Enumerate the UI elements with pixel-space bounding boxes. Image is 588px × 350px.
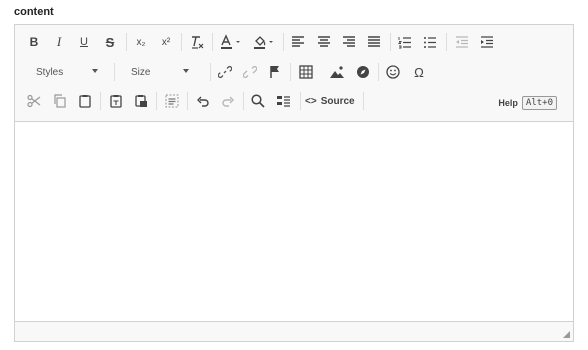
undo-icon xyxy=(197,96,209,107)
superscript-button[interactable]: x² xyxy=(155,32,177,52)
help-shortcut: Alt+0 xyxy=(521,96,557,110)
align-left-button[interactable] xyxy=(287,32,309,52)
smiley-icon xyxy=(386,65,400,79)
chevron-down-icon xyxy=(92,69,98,73)
link-button[interactable] xyxy=(214,62,236,82)
help-hint: Help Alt+0 xyxy=(498,96,557,110)
code-icon: <> xyxy=(305,95,317,107)
underline-button[interactable]: U xyxy=(73,32,95,52)
field-label: content xyxy=(14,6,54,18)
separator xyxy=(126,33,127,51)
editor-statusbar xyxy=(15,321,573,341)
anchor-button[interactable] xyxy=(264,62,286,82)
image-icon xyxy=(330,66,344,78)
special-character-button[interactable]: Ω xyxy=(408,62,430,82)
separator xyxy=(378,63,379,81)
size-dropdown[interactable]: Size xyxy=(131,62,189,82)
paint-bucket-icon xyxy=(254,36,273,49)
separator xyxy=(212,33,213,51)
background-color-button[interactable] xyxy=(251,32,279,52)
bulleted-list-button[interactable] xyxy=(419,32,441,52)
separator xyxy=(243,92,244,110)
rich-text-editor: B I U S x₂ x² Styles Size Ω <> Source He… xyxy=(14,24,574,342)
separator xyxy=(181,33,182,51)
chevron-down-icon xyxy=(183,69,189,73)
separator xyxy=(283,33,284,51)
compass-icon xyxy=(357,66,369,78)
bold-button[interactable]: B xyxy=(23,32,45,52)
separator xyxy=(290,63,291,81)
separator xyxy=(390,33,391,51)
undo-button[interactable] xyxy=(192,91,214,111)
unlink-button[interactable] xyxy=(239,62,261,82)
redo-button[interactable] xyxy=(217,91,239,111)
separator xyxy=(100,92,101,110)
embed-button[interactable] xyxy=(352,62,374,82)
separator xyxy=(363,92,364,110)
find-replace-button[interactable] xyxy=(273,91,295,111)
indent-button[interactable] xyxy=(476,32,498,52)
align-right-button[interactable] xyxy=(338,32,360,52)
align-justify-icon xyxy=(368,36,380,47)
copy-icon xyxy=(54,94,66,108)
paste-button[interactable] xyxy=(74,91,96,111)
numbered-list-icon xyxy=(398,36,411,48)
size-dropdown-label: Size xyxy=(131,66,151,78)
paste-text-icon xyxy=(110,95,122,108)
remove-format-button[interactable] xyxy=(186,32,208,52)
source-button-label: Source xyxy=(320,95,355,107)
table-button[interactable] xyxy=(295,62,317,82)
italic-button[interactable]: I xyxy=(48,32,70,52)
unlink-icon xyxy=(243,65,257,79)
styles-dropdown-label: Styles xyxy=(36,66,64,78)
numbered-list-button[interactable] xyxy=(394,32,416,52)
link-icon xyxy=(218,65,232,79)
image-button[interactable] xyxy=(326,62,348,82)
indent-icon xyxy=(481,36,493,48)
styles-dropdown[interactable]: Styles xyxy=(36,62,98,82)
outdent-button[interactable] xyxy=(451,32,473,52)
help-label: Help xyxy=(498,98,518,108)
separator xyxy=(187,92,188,110)
remove-format-icon xyxy=(192,36,204,49)
paste-word-icon xyxy=(135,95,147,107)
align-center-icon xyxy=(318,36,330,47)
align-center-button[interactable] xyxy=(313,32,335,52)
emoji-button[interactable] xyxy=(382,62,404,82)
find-button[interactable] xyxy=(247,91,269,111)
separator xyxy=(156,92,157,110)
search-icon xyxy=(251,94,265,108)
align-left-icon xyxy=(292,36,304,47)
editor-toolbar: B I U S x₂ x² Styles Size Ω <> Source He… xyxy=(15,25,573,122)
source-button[interactable]: <> Source xyxy=(305,91,365,111)
text-color-icon xyxy=(221,34,240,49)
redo-icon xyxy=(222,96,234,107)
select-all-button[interactable] xyxy=(161,91,183,111)
separator xyxy=(446,33,447,51)
text-color-button[interactable] xyxy=(218,32,246,52)
bulleted-list-icon xyxy=(424,36,436,48)
subscript-button[interactable]: x₂ xyxy=(130,32,152,52)
cut-button[interactable] xyxy=(23,91,45,111)
resize-handle-icon[interactable] xyxy=(563,331,570,338)
align-right-icon xyxy=(343,36,355,47)
paste-from-word-button[interactable] xyxy=(130,91,152,111)
flag-icon xyxy=(270,66,279,78)
find-replace-icon xyxy=(277,96,290,107)
copy-button[interactable] xyxy=(49,91,71,111)
separator xyxy=(114,63,115,81)
scissors-icon xyxy=(27,94,41,108)
table-icon xyxy=(299,65,313,79)
editor-content-area[interactable] xyxy=(15,122,573,321)
select-all-icon xyxy=(165,94,179,108)
separator xyxy=(210,63,211,81)
clipboard-icon xyxy=(79,95,91,108)
paste-text-button[interactable] xyxy=(105,91,127,111)
separator xyxy=(300,92,301,110)
outdent-icon xyxy=(456,36,468,48)
align-justify-button[interactable] xyxy=(363,32,385,52)
strikethrough-button[interactable]: S xyxy=(99,32,121,52)
